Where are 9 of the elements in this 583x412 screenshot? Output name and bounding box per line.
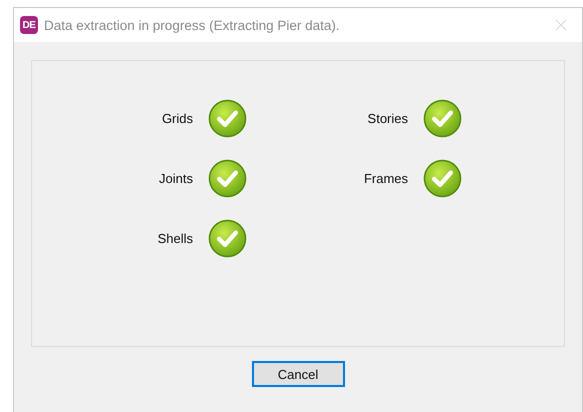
step-label: Frames (364, 171, 408, 186)
cancel-button[interactable]: Cancel (252, 361, 344, 387)
step-label: Grids (162, 111, 193, 126)
window-title: Data extraction in progress (Extracting Pier data). (44, 18, 341, 32)
close-icon (555, 19, 567, 31)
step-label: Joints (159, 171, 193, 186)
step-label: Shells (158, 231, 193, 246)
step-label: Stories (368, 111, 408, 126)
app-logo: DE (20, 16, 38, 34)
